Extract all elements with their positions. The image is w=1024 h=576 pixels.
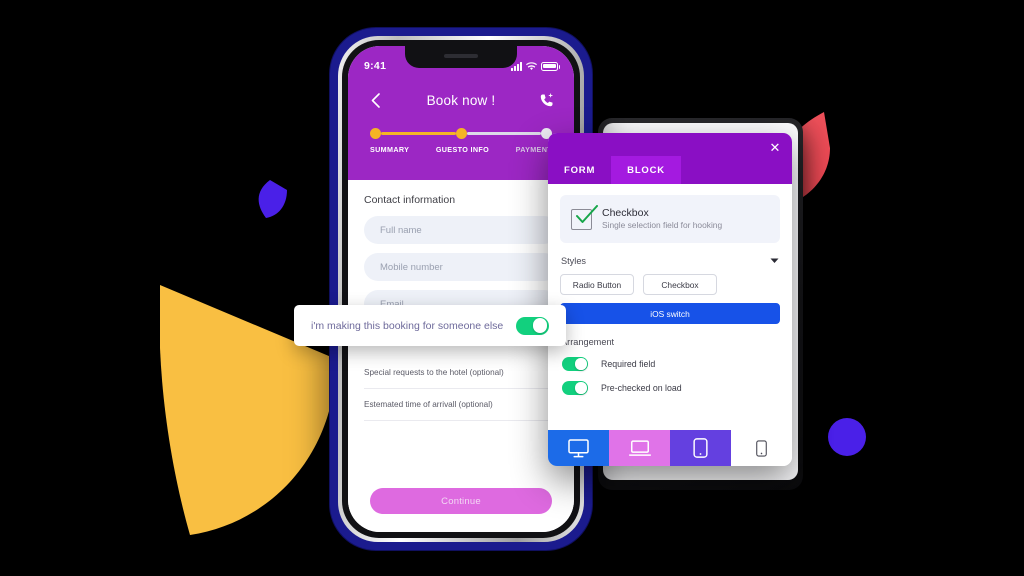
mobile-icon <box>756 439 767 457</box>
device-preview-laptop[interactable] <box>609 430 670 466</box>
stepper-line-2 <box>466 131 541 136</box>
style-option-ios-switch[interactable]: iOS switch <box>560 303 780 324</box>
arrangement-section-header: Arrangement <box>561 337 779 347</box>
wifi-icon <box>526 61 537 70</box>
special-requests-label: Special requests to the hotel (optional) <box>364 368 504 377</box>
close-icon[interactable]: ✕ <box>768 141 782 155</box>
desktop-icon <box>568 438 589 457</box>
styles-options-row: Radio Button Checkbox <box>560 274 780 295</box>
device-preview-bar <box>548 430 792 466</box>
mobile-number-field[interactable]: Mobile number <box>364 253 558 281</box>
page-title: Book now ! <box>426 92 496 108</box>
laptop-icon <box>628 439 651 456</box>
arrangement-section-label: Arrangement <box>561 337 615 347</box>
booking-for-someone-else-label: i'm making this booking for someone else <box>311 319 504 332</box>
field-type-card[interactable]: Checkbox Single selection field for hook… <box>560 195 780 243</box>
stepper-label-guest-info: GUESTO INFO <box>435 145 490 154</box>
field-type-text: Checkbox Single selection field for hook… <box>602 207 722 231</box>
styles-options-row-2: iOS switch <box>560 303 780 324</box>
tab-form[interactable]: FORM <box>548 156 611 184</box>
stepper-label-summary: SUMMARY <box>370 145 410 154</box>
full-name-placeholder: Full name <box>380 224 422 236</box>
booking-for-someone-else-toggle[interactable] <box>516 316 549 335</box>
app-nav-row: Book now ! <box>364 88 558 112</box>
phone-screen: 9:41 Book now ! SUMMARY GUESTO INFO PAYM… <box>348 46 574 532</box>
arrival-time-label: Estemated time of arrivall (optional) <box>364 400 493 409</box>
panel-tabs: FORM BLOCK <box>548 156 681 184</box>
booking-for-someone-else-card: i'm making this booking for someone else <box>294 305 566 346</box>
device-preview-mobile[interactable] <box>731 430 792 466</box>
purple-dot-decoration <box>828 418 866 456</box>
full-name-field[interactable]: Full name <box>364 216 558 244</box>
mobile-number-placeholder: Mobile number <box>380 261 443 273</box>
required-field-toggle[interactable] <box>562 357 588 371</box>
phone-bezel: 9:41 Book now ! SUMMARY GUESTO INFO PAYM… <box>342 40 580 538</box>
tab-block[interactable]: BLOCK <box>611 156 681 184</box>
pre-checked-on-load-label: Pre-checked on load <box>601 383 682 393</box>
contact-form: Contact information Full name Mobile num… <box>348 180 574 532</box>
stepper-dot-guest-info[interactable] <box>455 128 467 139</box>
styles-section-header: Styles <box>561 256 779 266</box>
blue-wedge-decoration <box>256 180 288 218</box>
continue-button[interactable]: Continue <box>370 488 552 514</box>
arrangement-row-pre-checked: Pre-checked on load <box>562 381 780 395</box>
required-field-label: Required field <box>601 359 656 369</box>
tablet-icon <box>693 438 708 458</box>
special-requests-select[interactable]: Special requests to the hotel (optional) <box>364 357 558 389</box>
arrival-time-select[interactable]: Estemated time of arrivall (optional) <box>364 389 558 421</box>
panel-body: Checkbox Single selection field for hook… <box>548 184 792 395</box>
chevron-down-icon[interactable] <box>770 256 779 266</box>
notch-speaker <box>444 54 478 58</box>
contact-section-title: Contact information <box>364 194 456 206</box>
field-type-name: Checkbox <box>602 207 649 220</box>
status-time: 9:41 <box>364 60 387 72</box>
status-icons <box>511 61 560 71</box>
stepper-dot-summary[interactable] <box>370 128 381 139</box>
battery-icon <box>541 61 560 71</box>
phone-notch <box>405 46 517 68</box>
panel-header: ✕ FORM BLOCK <box>548 133 792 184</box>
pre-checked-on-load-toggle[interactable] <box>562 381 588 395</box>
booking-stepper: SUMMARY GUESTO INFO PAYMENT <box>364 128 558 154</box>
stepper-track <box>370 128 552 139</box>
field-settings-panel: ✕ FORM BLOCK Checkbox Single selection f… <box>548 133 792 466</box>
stepper-labels: SUMMARY GUESTO INFO PAYMENT <box>370 145 552 154</box>
device-preview-desktop[interactable] <box>548 430 609 466</box>
chevron-left-icon[interactable] <box>364 89 386 111</box>
style-option-radio-button[interactable]: Radio Button <box>560 274 634 295</box>
stepper-line-1 <box>381 131 456 136</box>
field-type-description: Single selection field for hooking <box>602 220 723 231</box>
checkbox-checked-icon <box>571 204 598 230</box>
styles-section-label: Styles <box>561 256 587 266</box>
screenshot-canvas: 9:41 Book now ! SUMMARY GUESTO INFO PAYM… <box>0 0 1024 576</box>
phone-add-icon[interactable] <box>536 89 558 111</box>
stepper-label-payment: PAYMENT <box>515 145 552 154</box>
arrangement-row-required-field: Required field <box>562 357 780 371</box>
style-option-checkbox[interactable]: Checkbox <box>643 274 717 295</box>
device-preview-tablet[interactable] <box>670 430 731 466</box>
